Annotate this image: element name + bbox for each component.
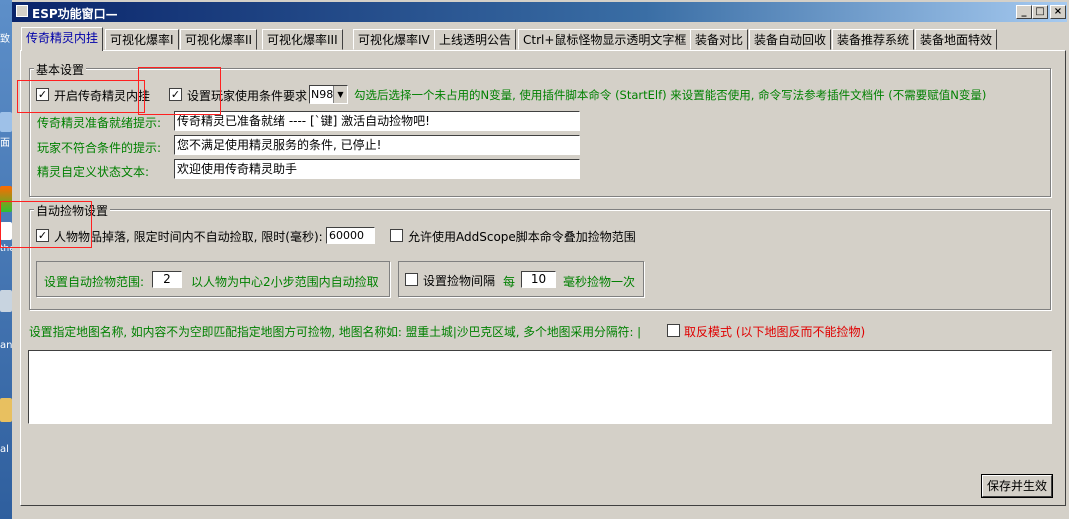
custom-status-label: 精灵自定义状态文本: <box>37 165 150 179</box>
tab-ctrl-mouse-monster[interactable]: Ctrl+鼠标怪物显示透明文字框 <box>518 29 692 50</box>
tab-drop-rate-4[interactable]: 可视化爆率IV <box>353 29 435 50</box>
tab-ground-effect[interactable]: 装备地面特效 <box>915 29 998 50</box>
reverse-mode-checkbox[interactable] <box>667 324 680 337</box>
tab-equip-compare[interactable]: 装备对比 <box>690 29 749 50</box>
addscope-checkbox[interactable] <box>390 229 403 242</box>
not-met-prompt-input[interactable]: 您不满足使用精灵服务的条件, 已停止! <box>174 135 580 155</box>
addscope-label: 允许使用AddScope脚本命令叠加捡物范围 <box>408 230 636 244</box>
pickup-interval-suffix: 毫秒捡物一次 <box>563 275 636 289</box>
tab-elf-plugin[interactable]: 传奇精灵内挂 <box>21 27 104 51</box>
desktop-strip: 致 面 the an al <box>0 0 12 519</box>
custom-status-input[interactable]: 欢迎使用传奇精灵助手 <box>174 159 580 179</box>
desktop-icon[interactable] <box>0 290 12 312</box>
tab-drop-rate-1[interactable]: 可视化爆率I <box>105 29 179 50</box>
map-names-hint: 设置指定地图名称, 如内容不为空即匹配指定地图方可捡物, 地图名称如: 盟重土城… <box>29 325 642 339</box>
tab-equip-recommend[interactable]: 装备推荐系统 <box>832 29 915 50</box>
esp-window: ESP功能窗口— _ □ × 传奇精灵内挂 可视化爆率I 可视化爆率II 可视化… <box>0 0 1069 519</box>
desktop-label: an <box>0 340 12 351</box>
tab-drop-rate-2[interactable]: 可视化爆率II <box>180 29 258 50</box>
minimize-button[interactable]: _ <box>1016 5 1032 19</box>
reverse-mode-label: 取反模式 (以下地图反而不能捡物) <box>684 325 866 339</box>
ready-prompt-label: 传奇精灵准备就绪提示: <box>37 116 162 130</box>
window-title: ESP功能窗口— <box>32 7 118 21</box>
pickup-interval-every: 每 <box>503 275 516 289</box>
drop-delay-ms-input[interactable]: 60000 <box>326 227 375 244</box>
title-bar[interactable]: ESP功能窗口— _ □ × <box>12 2 1067 22</box>
tab-equip-recycle[interactable]: 装备自动回收 <box>749 29 832 50</box>
close-button[interactable]: × <box>1050 5 1066 19</box>
n-variable-select[interactable]: N98 ▼ <box>309 85 348 104</box>
chevron-down-icon[interactable]: ▼ <box>333 86 347 103</box>
desktop-label: 致 <box>0 34 10 45</box>
window-icon <box>16 5 28 17</box>
desktop-label: al <box>0 444 9 455</box>
pickup-interval-checkbox[interactable] <box>405 273 418 286</box>
map-names-textarea[interactable] <box>28 350 1052 424</box>
n-variable-hint: 勾选后选择一个未占用的N变量, 使用插件脚本命令 (StartElf) 来设置能… <box>354 88 987 102</box>
desktop-label: 面 <box>0 138 10 149</box>
basic-settings-legend: 基本设置 <box>34 61 87 78</box>
ready-prompt-input[interactable]: 传奇精灵已准备就绪 ---- [`键] 激活自动捡物吧! <box>174 111 580 131</box>
save-apply-button[interactable]: 保存并生效 <box>981 474 1053 498</box>
pickup-range-input[interactable]: 2 <box>152 271 182 288</box>
pickup-interval-input[interactable]: 10 <box>521 271 556 288</box>
annotation-box <box>138 67 221 115</box>
pickup-range-suffix: 以人物为中心2小步范围内自动捡取 <box>191 275 379 289</box>
annotation-box <box>0 201 92 248</box>
tab-drop-rate-3[interactable]: 可视化爆率III <box>262 29 343 50</box>
pickup-range-label: 设置自动捡物范围: <box>44 275 145 289</box>
folder-icon[interactable] <box>0 398 12 422</box>
pickup-interval-label: 设置捡物间隔 <box>423 274 496 288</box>
tab-online-notice[interactable]: 上线透明公告 <box>434 29 517 50</box>
annotation-box <box>17 80 145 113</box>
not-met-prompt-label: 玩家不符合条件的提示: <box>37 141 162 155</box>
desktop-icon[interactable] <box>0 112 12 132</box>
maximize-button[interactable]: □ <box>1032 5 1048 19</box>
n-variable-value: N98 <box>311 88 334 101</box>
drop-delay-label: 人物物品掉落, 限定时间内不自动捡取, 限时(毫秒): <box>54 230 323 244</box>
